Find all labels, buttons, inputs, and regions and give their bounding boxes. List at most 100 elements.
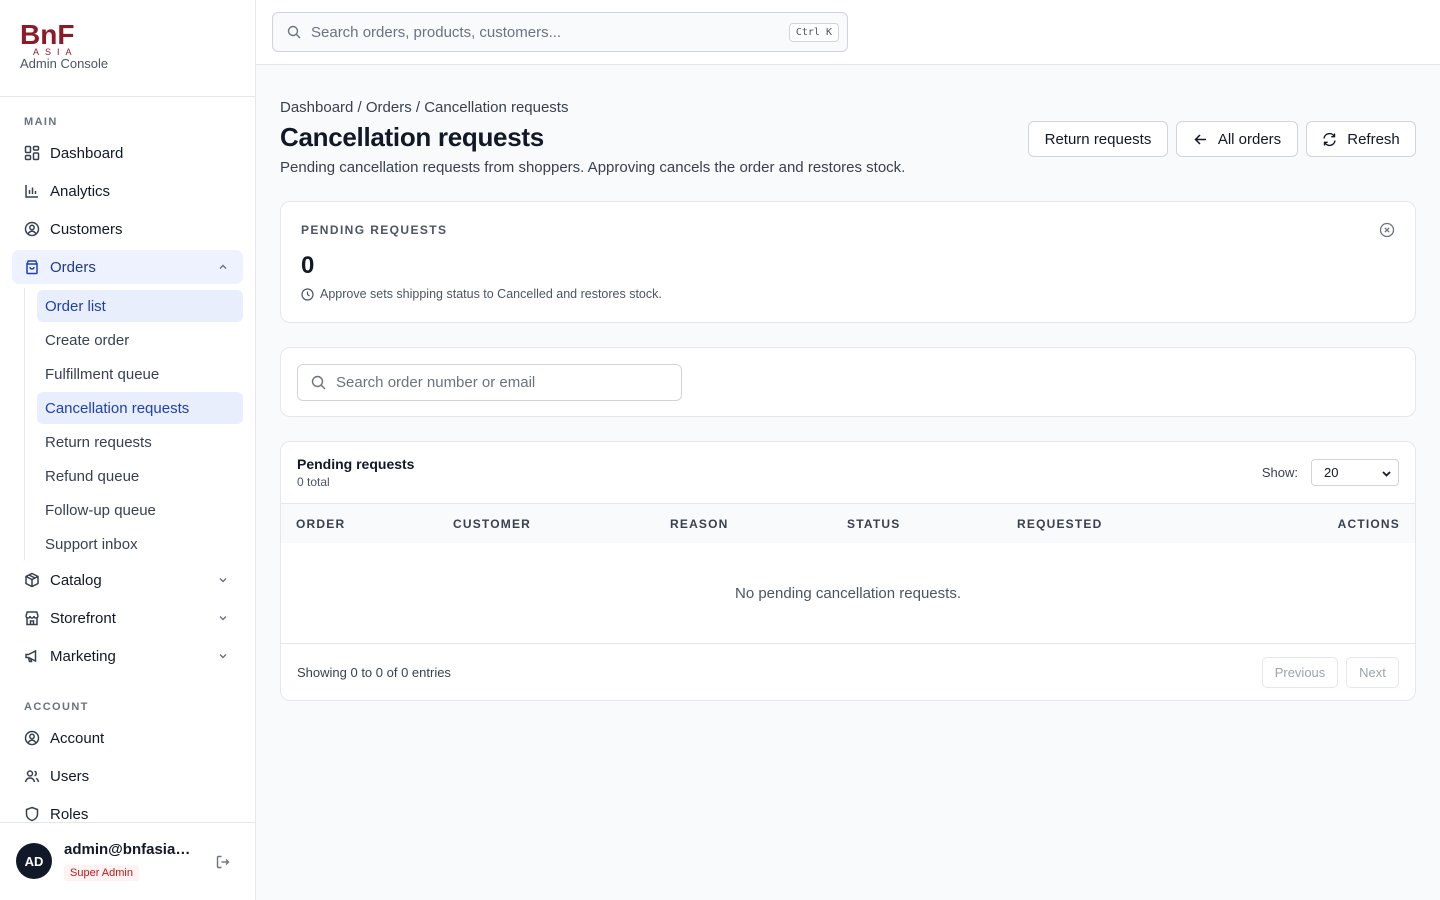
svg-text:BnF: BnF	[20, 19, 74, 50]
chevron-up-icon[interactable]	[217, 261, 229, 273]
sidebar-item-roles[interactable]: Roles	[12, 797, 243, 822]
logout-icon[interactable]	[215, 854, 231, 870]
section-title-account: ACCOUNT	[24, 701, 89, 713]
users-icon	[24, 770, 40, 783]
close-circle-icon	[1379, 222, 1395, 238]
user-circle-icon	[24, 730, 40, 746]
dashboard-grid-icon	[24, 145, 40, 161]
bnf-asia-logo[interactable]: BnF ASIA	[20, 18, 88, 56]
column-header-actions: ACTIONS	[1337, 517, 1400, 531]
column-header-status: STATUS	[847, 517, 901, 531]
order-search-input[interactable]	[336, 374, 656, 391]
shield-icon	[25, 806, 39, 822]
chevron-down-icon[interactable]	[217, 574, 229, 586]
sidebar-item-label: Marketing	[50, 647, 116, 665]
page-description: Pending cancellation requests from shopp…	[280, 159, 906, 176]
search-icon	[311, 375, 326, 390]
pending-requests-table-card: Pending requests 0 total Show: 20 ORDER …	[280, 441, 1416, 701]
sidebar-subitem-support-inbox[interactable]: Support inbox	[37, 528, 243, 560]
chevron-down-icon[interactable]	[217, 612, 229, 624]
sidebar-subitem-order-list[interactable]: Order list	[37, 290, 243, 322]
sidebar-subitem-cancellation-requests[interactable]: Cancellation requests	[37, 392, 243, 424]
next-page-button[interactable]: Next	[1346, 657, 1399, 688]
shopping-bag-icon	[26, 260, 38, 275]
role-badge: Super Admin	[64, 865, 139, 881]
chevron-down-icon	[1382, 471, 1391, 477]
sidebar-item-label: Orders	[50, 258, 96, 276]
column-header-reason: REASON	[670, 517, 729, 531]
sidebar-item-catalog[interactable]: Catalog	[12, 563, 243, 597]
sidebar-subitem-fulfillment-queue[interactable]: Fulfillment queue	[37, 358, 243, 390]
topbar: Ctrl K	[256, 0, 1440, 65]
user-email: admin@bnfasia.com	[64, 841, 192, 858]
table-title: Pending requests	[297, 456, 415, 472]
column-header-requested: REQUESTED	[1017, 517, 1103, 531]
sidebar-item-label: Storefront	[50, 609, 116, 627]
order-search[interactable]	[297, 364, 682, 401]
sidebar-subitem-create-order[interactable]: Create order	[37, 324, 243, 356]
table-total: 0 total	[297, 475, 330, 489]
bar-chart-icon	[25, 185, 38, 198]
stat-note: Approve sets shipping status to Cancelle…	[301, 287, 662, 301]
page-size-select[interactable]: 20	[1311, 459, 1399, 486]
submenu-rail	[24, 288, 25, 560]
sidebar-item-analytics[interactable]: Analytics	[12, 174, 243, 208]
sidebar-item-storefront[interactable]: Storefront	[12, 601, 243, 635]
sidebar-item-users[interactable]: Users	[12, 759, 243, 793]
sidebar-item-label: Roles	[50, 805, 89, 823]
sidebar-item-label: Catalog	[50, 571, 102, 589]
stat-note-text: Approve sets shipping status to Cancelle…	[320, 287, 662, 301]
button-label: All orders	[1217, 130, 1282, 148]
search-icon	[287, 25, 301, 39]
previous-page-button[interactable]: Previous	[1262, 657, 1338, 688]
sidebar-nav: MAIN Dashboard Analytics Customers Order…	[0, 98, 255, 822]
avatar[interactable]: AD	[16, 843, 52, 879]
sidebar-item-customers[interactable]: Customers	[12, 212, 243, 246]
sidebar-item-account[interactable]: Account	[12, 721, 243, 755]
sidebar-item-orders[interactable]: Orders	[12, 250, 243, 284]
sidebar-item-label: Account	[50, 729, 105, 747]
pending-requests-stat-card: PENDING REQUESTS 0 Approve sets shipping…	[280, 201, 1416, 323]
sidebar: BnF ASIA Admin Console MAIN Dashboard An…	[0, 0, 256, 900]
button-label: Return requests	[1044, 130, 1152, 148]
sidebar-item-label: Analytics	[50, 182, 111, 200]
refresh-button[interactable]: Refresh	[1306, 121, 1416, 157]
column-header-customer: CUSTOMER	[453, 517, 532, 531]
keyboard-shortcut: Ctrl K	[788, 23, 839, 42]
sidebar-subitem-followup-queue[interactable]: Follow-up queue	[37, 494, 243, 526]
all-orders-button[interactable]: All orders	[1176, 121, 1298, 157]
brand: BnF ASIA Admin Console	[0, 0, 255, 97]
stat-label: PENDING REQUESTS	[301, 223, 448, 237]
sidebar-subitem-return-requests[interactable]: Return requests	[37, 426, 243, 458]
global-search-input[interactable]	[311, 23, 771, 41]
page-size-value: 20	[1324, 465, 1339, 480]
svg-text:ASIA: ASIA	[33, 47, 78, 56]
package-icon	[25, 572, 39, 588]
filter-card	[280, 347, 1416, 417]
page-size-label: Show:	[1261, 465, 1298, 480]
brand-subtitle: Admin Console	[20, 56, 109, 71]
sidebar-item-label: Users	[50, 767, 90, 785]
arrow-left-icon	[1194, 133, 1206, 145]
sidebar-item-label: Dashboard	[50, 144, 124, 162]
megaphone-icon	[25, 649, 37, 663]
chevron-down-icon[interactable]	[217, 650, 229, 662]
user-circle-icon	[24, 221, 40, 237]
sidebar-subitem-refund-queue[interactable]: Refund queue	[37, 460, 243, 492]
button-label: Refresh	[1347, 130, 1400, 148]
store-icon	[25, 611, 39, 626]
page-title: Cancellation requests	[280, 122, 544, 152]
clock-icon	[301, 287, 314, 301]
entries-summary: Showing 0 to 0 of 0 entries	[297, 665, 451, 680]
user-panel: AD admin@bnfasia.com Super Admin	[0, 822, 255, 900]
section-title-main: MAIN	[24, 116, 58, 128]
global-search[interactable]: Ctrl K	[272, 12, 848, 52]
sidebar-item-dashboard[interactable]: Dashboard	[12, 136, 243, 170]
stat-value: 0	[301, 252, 315, 279]
return-requests-button[interactable]: Return requests	[1028, 121, 1168, 157]
breadcrumb[interactable]: Dashboard / Orders / Cancellation reques…	[280, 99, 568, 116]
refresh-icon	[1323, 132, 1336, 146]
sidebar-item-marketing[interactable]: Marketing	[12, 639, 243, 673]
sidebar-item-label: Customers	[50, 220, 123, 238]
empty-state-message: No pending cancellation requests.	[281, 543, 1415, 644]
